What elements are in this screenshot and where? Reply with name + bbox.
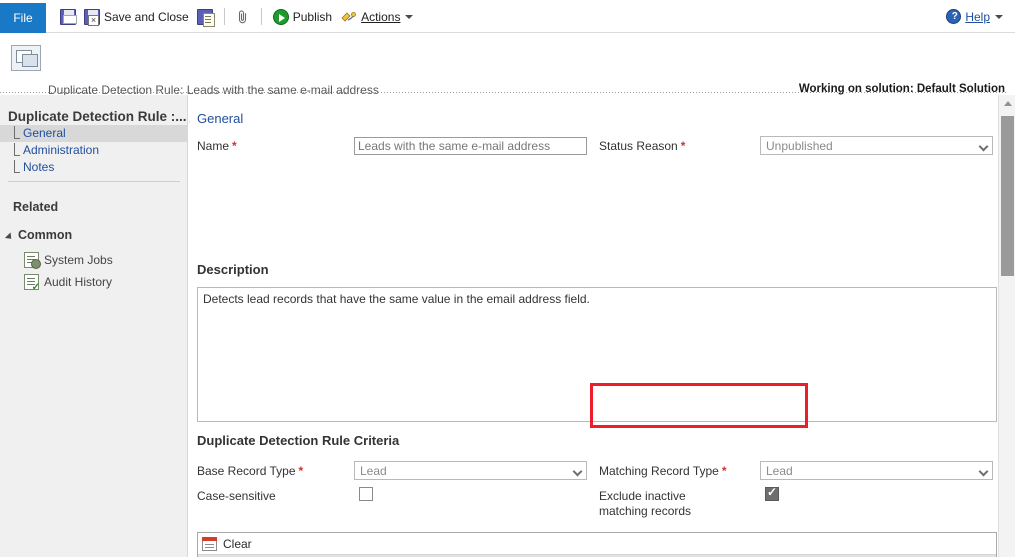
toolbar-divider <box>223 8 225 25</box>
chevron-down-icon <box>978 466 989 477</box>
exclude-inactive-checkbox[interactable] <box>765 485 779 501</box>
duplicate-detection-rule-icon <box>11 45 41 71</box>
chevron-down-icon <box>572 466 583 477</box>
case-sensitive-label: Case-sensitive <box>197 489 276 503</box>
base-record-type-select[interactable]: Lead <box>354 461 587 480</box>
base-record-type-label: Base Record Type * <box>197 464 304 478</box>
common-group-header[interactable]: Common <box>18 228 72 242</box>
section-header-general[interactable]: General <box>197 111 243 126</box>
grid-toolbar: Clear <box>198 533 996 555</box>
required-marker: * <box>298 464 304 478</box>
actions-label: Actions <box>361 9 401 24</box>
base-record-type-value: Lead <box>360 464 387 478</box>
vertical-scrollbar[interactable] <box>998 95 1015 557</box>
save-and-close-icon <box>84 8 100 26</box>
save-and-close-button[interactable]: Save and Close <box>80 0 193 33</box>
sidebar-item-administration[interactable]: Administration <box>0 142 188 159</box>
criteria-section-header: Duplicate Detection Rule Criteria <box>197 433 400 448</box>
save-and-close-label: Save and Close <box>104 9 189 24</box>
tree-branch-icon <box>14 126 20 139</box>
case-sensitive-checkbox[interactable] <box>359 487 373 501</box>
criteria-grid: Clear Field Criteria No. of Characters I… <box>197 532 997 557</box>
clear-label: Clear <box>223 537 252 551</box>
record-header: Duplicate Detection Rule: Leads with the… <box>0 33 1015 119</box>
form-navigation-pane: Duplicate Detection Rule :... General Ad… <box>0 95 188 557</box>
sidebar-item-general[interactable]: General <box>0 125 188 142</box>
sidebar-item-audit-history[interactable]: Audit History <box>0 272 188 293</box>
scroll-up-arrow-icon[interactable] <box>999 95 1015 112</box>
nav-divider <box>8 181 180 182</box>
section-collapse-icon[interactable] <box>189 116 193 126</box>
toolbar-divider-2 <box>260 8 262 25</box>
clear-icon <box>202 537 217 551</box>
publish-label: Publish <box>292 9 333 24</box>
sidebar-item-label: System Jobs <box>44 253 113 267</box>
command-bar-items: Save and Close Publish <box>56 0 417 33</box>
sidebar-item-label: Administration <box>23 143 100 157</box>
actions-icon <box>340 9 357 25</box>
status-reason-label: Status Reason * <box>599 139 686 153</box>
publish-button[interactable]: Publish <box>269 0 336 33</box>
form-body: General Name * Leads with the same e-mail… <box>189 95 1008 557</box>
sidebar-item-notes[interactable]: Notes <box>0 159 188 176</box>
help-icon <box>946 9 962 25</box>
chevron-down-icon <box>978 141 989 152</box>
file-tab-label: File <box>13 11 33 25</box>
name-label: Name * <box>197 139 237 153</box>
status-reason-value: Unpublished <box>766 139 833 153</box>
help-label: Help <box>965 9 990 24</box>
sidebar-item-system-jobs[interactable]: System Jobs <box>0 250 188 270</box>
chevron-down-icon <box>4 232 15 242</box>
save-button[interactable] <box>56 0 80 33</box>
matching-record-type-value: Lead <box>766 464 793 478</box>
save-and-new-icon <box>196 8 215 27</box>
sidebar-item-label: General <box>23 126 66 140</box>
related-section-header: Related <box>13 200 59 214</box>
system-jobs-icon <box>24 252 41 269</box>
sidebar-item-label: Audit History <box>44 275 113 289</box>
scrollbar-thumb[interactable] <box>1001 116 1014 276</box>
required-marker: * <box>232 139 237 153</box>
chevron-down-icon <box>405 14 414 19</box>
matching-record-type-label: Matching Record Type * <box>599 464 727 478</box>
status-reason-select[interactable]: Unpublished <box>760 136 993 155</box>
tree-branch-icon <box>14 143 20 156</box>
file-tab[interactable]: File <box>0 3 46 33</box>
name-input[interactable]: Leads with the same e-mail address <box>354 137 587 155</box>
required-marker: * <box>680 139 686 153</box>
help-menu-button[interactable]: Help <box>946 0 1003 33</box>
publish-icon <box>272 8 289 25</box>
save-icon <box>60 8 77 25</box>
attachment-icon <box>236 9 250 25</box>
matching-record-type-select[interactable]: Lead <box>760 461 993 480</box>
command-bar: File Save and Close Publish <box>0 0 1015 33</box>
exclude-inactive-label: Exclude inactive matching records <box>599 489 692 518</box>
clear-button[interactable]: Clear <box>202 535 252 553</box>
tree-branch-icon <box>14 160 20 173</box>
save-and-new-button[interactable] <box>193 0 217 33</box>
sidebar-item-label: Notes <box>23 160 55 174</box>
solution-context-label: Working on solution: Default Solution <box>798 83 1005 95</box>
attachment-button[interactable] <box>232 0 254 33</box>
actions-menu-button[interactable]: Actions <box>336 0 417 33</box>
nav-pane-header: Duplicate Detection Rule :... <box>8 109 187 124</box>
description-label: Description <box>197 262 269 277</box>
chevron-down-icon <box>995 14 1003 19</box>
required-marker: * <box>721 464 727 478</box>
description-textarea[interactable]: Detects lead records that have the same … <box>197 287 997 422</box>
audit-history-icon <box>24 274 40 293</box>
header-divider <box>0 92 1008 93</box>
